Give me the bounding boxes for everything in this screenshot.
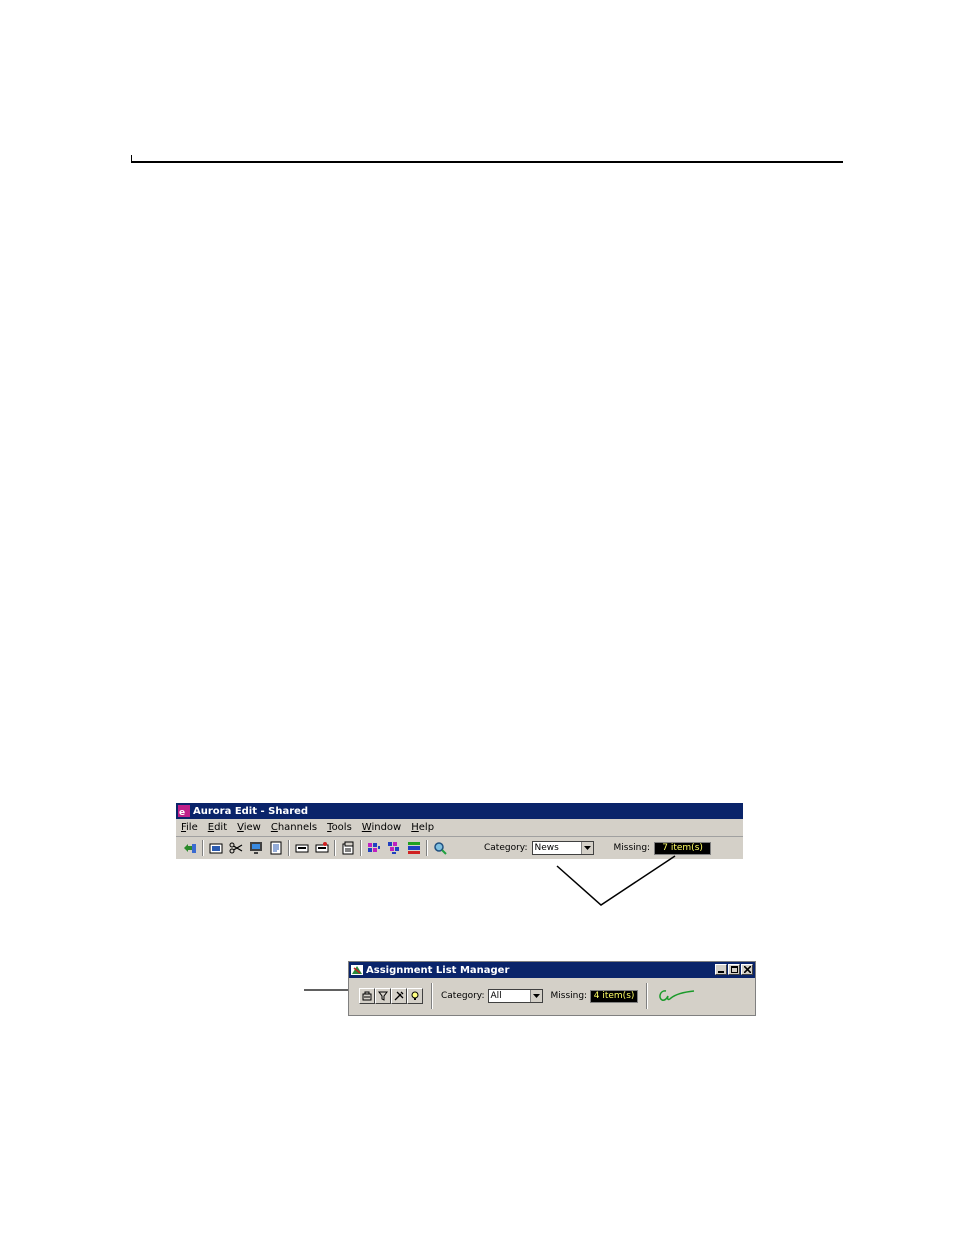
alm-titlebar: Assignment List Manager	[349, 962, 755, 978]
close-icon	[743, 966, 751, 973]
tools-icon	[394, 991, 404, 1001]
alm-category-select[interactable]: All	[487, 989, 543, 1003]
maximize-button[interactable]	[728, 964, 740, 975]
alm-missing-count: 4 item(s)	[590, 989, 639, 1003]
chevron-down-icon[interactable]	[529, 990, 542, 1002]
maximize-icon	[730, 966, 738, 973]
assignment-list-manager-window: Assignment List Manager Category: All Mi…	[348, 961, 756, 1016]
toolbar-separator	[431, 983, 433, 1009]
window-controls	[714, 964, 753, 975]
grass-valley-logo	[659, 990, 695, 1001]
callout-v-line	[556, 855, 676, 906]
assignment-list-button[interactable]	[359, 988, 375, 1004]
filter-icon	[378, 991, 388, 1001]
callout-lines	[304, 855, 676, 991]
assignment-list-app-icon	[351, 965, 363, 975]
close-button[interactable]	[741, 964, 753, 975]
alm-toolbar: Category: All Missing: 4 item(s)	[349, 978, 755, 1014]
lightbulb-icon	[411, 991, 419, 1000]
alm-title: Assignment List Manager	[366, 964, 510, 976]
tools-button[interactable]	[391, 988, 407, 1004]
list-box-icon	[362, 991, 372, 1001]
minimize-button[interactable]	[715, 964, 727, 975]
toolbar-separator	[646, 983, 649, 1009]
minimize-icon	[718, 970, 724, 973]
alm-missing-label: Missing:	[550, 991, 588, 1001]
filter-button[interactable]	[375, 988, 391, 1004]
alm-category-label: Category:	[441, 991, 485, 1001]
help-button[interactable]	[407, 988, 423, 1004]
